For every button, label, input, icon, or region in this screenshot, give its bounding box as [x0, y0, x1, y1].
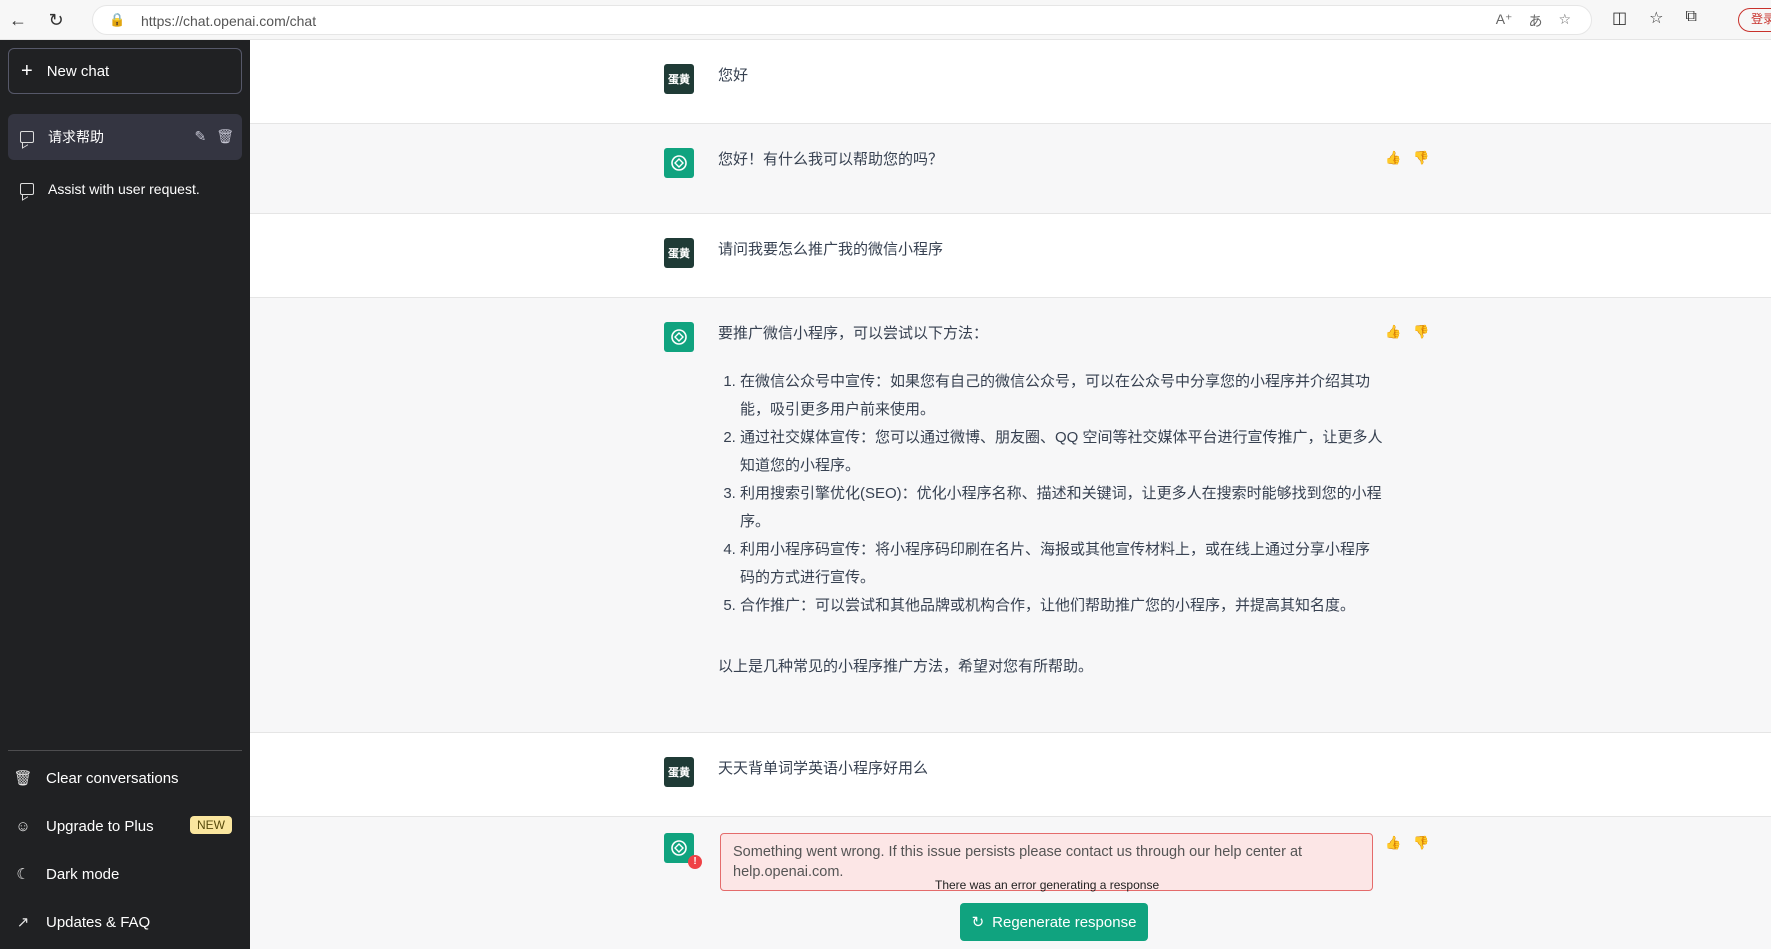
thumbs-down-icon[interactable]: 👎	[1413, 324, 1429, 340]
conversation-item-active[interactable]: 请求帮助 ✎ 🗑	[8, 114, 242, 160]
message-row-user: 蛋黄 天天背单词学英语小程序好用么	[250, 733, 1771, 817]
message-intro: 要推广微信小程序，可以尝试以下方法：	[718, 325, 989, 342]
user-avatar: 蛋黄	[664, 757, 694, 787]
clear-conversations-label: Clear conversations	[46, 769, 179, 787]
list-item: 在微信公众号中宣传：如果您有自己的微信公众号，可以在公众号中分享您的小程序并介绍…	[740, 368, 1383, 424]
message-row-assistant: 要推广微信小程序，可以尝试以下方法： 在微信公众号中宣传：如果您有自己的微信公众…	[250, 298, 1771, 733]
chat-bubble-icon	[20, 131, 34, 143]
thumbs-down-icon[interactable]: 👎	[1413, 835, 1429, 851]
address-bar[interactable]: 🔒 https://chat.openai.com/chat A⁺ あ ☆	[92, 5, 1592, 35]
dark-mode-label: Dark mode	[46, 865, 120, 883]
message-row-user: 蛋黄 请问我要怎么推广我的微信小程序	[250, 214, 1771, 298]
reload-icon[interactable]: ↻	[42, 6, 70, 34]
regenerate-response-button[interactable]: ↻ Regenerate response	[960, 903, 1148, 941]
new-chat-label: New chat	[46, 62, 110, 80]
regenerate-label: Regenerate response	[992, 913, 1137, 931]
thumbs-up-icon[interactable]: 👍	[1385, 324, 1401, 340]
sidebar: + New chat 请求帮助 ✎ 🗑 Assist with user req…	[0, 40, 250, 949]
updates-faq-label: Updates & FAQ	[46, 913, 151, 931]
user-icon: ☺	[15, 817, 31, 835]
trash-icon: 🗑	[13, 770, 33, 787]
openai-logo-icon	[664, 322, 694, 352]
upgrade-label: Upgrade to Plus	[46, 817, 154, 835]
split-screen-icon[interactable]: ◫	[1612, 8, 1627, 28]
list-item: 利用搜索引擎优化(SEO)：优化小程序名称、描述和关键词，让更多人在搜索时能够找…	[740, 480, 1383, 536]
edit-icon[interactable]: ✎	[194, 128, 206, 145]
openai-logo-icon	[664, 148, 694, 178]
browser-toolbar: ← ↻ 🔒 https://chat.openai.com/chat A⁺ あ …	[0, 0, 1771, 40]
new-chat-button[interactable]: + New chat	[8, 48, 242, 94]
translate-icon[interactable]: あ	[1528, 11, 1542, 31]
new-badge: NEW	[190, 816, 232, 834]
chat-bubble-icon	[20, 183, 34, 195]
thumbs-down-icon[interactable]: 👎	[1413, 150, 1429, 166]
lock-icon: 🔒	[109, 12, 126, 27]
suggestion-list: 在微信公众号中宣传：如果您有自己的微信公众号，可以在公众号中分享您的小程序并介绍…	[718, 368, 1383, 620]
dark-mode-button[interactable]: ☾ Dark mode	[8, 852, 242, 896]
collections-icon[interactable]: ⧉	[1685, 8, 1696, 28]
message-text: 您好	[718, 67, 749, 84]
back-icon[interactable]: ←	[4, 6, 32, 34]
favorites-icon[interactable]: ☆	[1649, 8, 1663, 28]
chat-thread: 蛋黄 您好 您好！有什么我可以帮助您的吗？ 👍 👎 蛋黄 请问我要怎么推广我的微…	[250, 40, 1771, 949]
sidebar-divider	[8, 750, 242, 751]
thumbs-up-icon[interactable]: 👍	[1385, 150, 1401, 166]
external-link-icon: ↗	[16, 914, 30, 931]
conversation-title: 请求帮助	[48, 129, 104, 145]
message-text: 请问我要怎么推广我的微信小程序	[718, 241, 944, 258]
clear-conversations-button[interactable]: 🗑 Clear conversations	[8, 756, 242, 800]
conversation-title: Assist with user request.	[48, 181, 200, 197]
list-item: 通过社交媒体宣传：您可以通过微博、朋友圈、QQ 空间等社交媒体平台进行宣传推广，…	[740, 424, 1383, 480]
thumbs-up-icon[interactable]: 👍	[1385, 835, 1401, 851]
message-row-user: 蛋黄 您好	[250, 40, 1771, 124]
error-caption: There was an error generating a response	[935, 878, 1160, 892]
message-text: 天天背单词学英语小程序好用么	[718, 760, 929, 777]
upgrade-plus-button[interactable]: ☺ Upgrade to Plus NEW	[8, 804, 242, 848]
refresh-icon: ↻	[971, 914, 985, 931]
message-outro: 以上是几种常见的小程序推广方法，希望对您有所帮助。	[718, 658, 1094, 675]
favorite-add-icon[interactable]: ☆	[1558, 11, 1571, 31]
conversation-item[interactable]: Assist with user request.	[8, 166, 242, 212]
plus-icon: +	[21, 59, 33, 82]
message-text: 您好！有什么我可以帮助您的吗？	[718, 151, 944, 168]
user-avatar: 蛋黄	[664, 64, 694, 94]
user-avatar: 蛋黄	[664, 238, 694, 268]
list-item: 合作推广：可以尝试和其他品牌或机构合作，让他们帮助推广您的小程序，并提高其知名度…	[740, 592, 1383, 620]
message-row-assistant: 您好！有什么我可以帮助您的吗？ 👍 👎	[250, 124, 1771, 214]
error-alert-icon: !	[688, 855, 702, 869]
updates-faq-link[interactable]: ↗ Updates & FAQ	[8, 900, 242, 944]
trash-icon[interactable]: 🗑	[216, 128, 234, 145]
login-button[interactable]: 登录	[1738, 8, 1771, 32]
list-item: 利用小程序码宣传：将小程序码印刷在名片、海报或其他宣传材料上，或在线上通过分享小…	[740, 536, 1383, 592]
read-aloud-icon[interactable]: A⁺	[1496, 11, 1513, 31]
url-text[interactable]: https://chat.openai.com/chat	[141, 13, 316, 29]
moon-icon: ☾	[16, 866, 30, 883]
